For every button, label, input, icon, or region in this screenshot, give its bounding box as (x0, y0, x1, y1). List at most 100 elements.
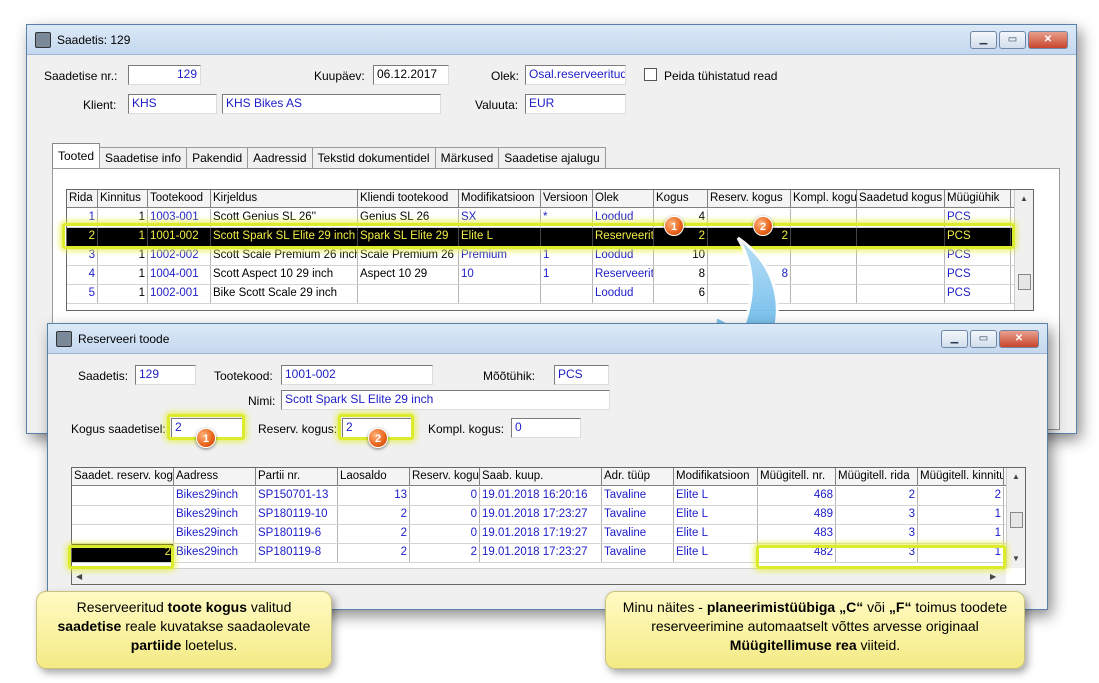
table-cell (857, 266, 945, 284)
table-cell: 1004-001 (148, 266, 211, 284)
close-icon[interactable]: ✕ (1028, 31, 1068, 49)
product-code-label: Tootekood: (214, 369, 273, 383)
table-row[interactable]: Bikes29inch SP150701-13 13 0 19.01.2018 16:2… (72, 487, 1006, 506)
table-cell: 1 (918, 506, 1004, 524)
col-header[interactable]: Kinnitus (98, 190, 148, 208)
scroll-up-icon[interactable]: ▲ (1012, 472, 1020, 481)
table-cell: 2 (918, 487, 1004, 505)
callout-left: Reserveeritud toote kogus valitud saadet… (36, 591, 332, 669)
tab-bar: Tooted Saadetise info Pakendid Aadressid… (52, 143, 606, 169)
col-header[interactable]: Müügitell. kinnitus (918, 468, 1004, 486)
col-header[interactable]: Kompl. kogus (791, 190, 857, 208)
col-header[interactable]: Kliendi tootekood (358, 190, 459, 208)
col-header[interactable]: Reserv. kogus (410, 468, 480, 486)
col-header[interactable]: Olek (593, 190, 654, 208)
hide-cancelled-checkbox[interactable] (644, 68, 657, 81)
table-cell: Aspect 10 29 (358, 266, 459, 284)
minimize-icon[interactable]: ▁ (970, 31, 997, 49)
tab-markused[interactable]: Märkused (434, 147, 500, 169)
tab-saadetise-ajalugu[interactable]: Saadetise ajalugu (498, 147, 606, 169)
tab-pakendid[interactable]: Pakendid (186, 147, 249, 169)
app-icon (56, 331, 72, 347)
table-row[interactable]: Bikes29inch SP180119-10 2 0 19.01.2018 17:23… (72, 506, 1006, 525)
shipment-label: Saadetis: (78, 369, 129, 383)
date-field[interactable]: 06.12.2017 (373, 65, 449, 85)
col-header[interactable]: Saab. kuup. (480, 468, 602, 486)
table-cell: Reserveeritud (593, 266, 654, 284)
callout-left-bold: saadetise (57, 618, 122, 634)
col-header[interactable]: Müügitell. rida (836, 468, 918, 486)
table-cell (708, 247, 791, 265)
products-grid-scrollbar[interactable]: ▲ (1014, 190, 1033, 310)
scroll-right-icon[interactable]: ▶ (990, 572, 996, 581)
callout-right-bold: „F“ (888, 599, 912, 615)
hide-cancelled-label: Peida tühistatud read (664, 69, 778, 83)
table-row[interactable]: 3 1 1002-002 Scott Scale Premium 26 inch Sca… (67, 247, 1014, 266)
tab-saadetise-info[interactable]: Saadetise info (99, 147, 188, 169)
completed-qty-field[interactable]: 0 (511, 418, 581, 438)
col-header[interactable]: Saadetud kogus (857, 190, 945, 208)
shipment-window-titlebar[interactable]: Saadetis: 129 ▁ ▭ ✕ (27, 25, 1076, 55)
batches-grid-header: Saadet. reserv. kogus Aadress Partii nr.… (72, 468, 1006, 486)
scroll-up-icon[interactable]: ▲ (1020, 194, 1028, 203)
scroll-left-icon[interactable]: ◀ (76, 572, 82, 581)
table-cell: 1 (541, 266, 593, 284)
table-cell: Loodud (593, 285, 654, 303)
table-cell: Tavaline (602, 487, 674, 505)
client-name-field[interactable]: KHS Bikes AS (222, 94, 441, 114)
maximize-icon[interactable]: ▭ (970, 330, 997, 348)
shipment-number-field[interactable]: 129 (128, 65, 201, 85)
status-label: Olek: (491, 69, 520, 83)
col-header[interactable]: Reserv. kogus (708, 190, 791, 208)
unit-field[interactable]: PCS (554, 365, 609, 385)
client-code-field[interactable]: KHS (128, 94, 217, 114)
table-cell: 0 (410, 487, 480, 505)
table-cell: 1 (98, 285, 148, 303)
table-cell: SP180119-8 (256, 544, 338, 562)
batches-grid-scrollbar[interactable]: ▲ ▼ (1006, 468, 1025, 568)
table-cell: 4 (67, 266, 98, 284)
col-header[interactable]: Modifikatsioon (674, 468, 758, 486)
col-header[interactable]: Versioon (541, 190, 593, 208)
col-header[interactable]: Saadet. reserv. kogus (72, 468, 174, 486)
col-header[interactable]: Rida (67, 190, 98, 208)
minimize-icon[interactable]: ▁ (941, 330, 968, 348)
tab-tekstid-dokumentidel[interactable]: Tekstid dokumentidel (311, 147, 436, 169)
product-code-field[interactable]: 1001-002 (281, 365, 433, 385)
table-cell: Bikes29inch (174, 487, 256, 505)
badge-2-icon: 2 (753, 216, 773, 236)
callout-right-bold: Müügitellimuse rea (729, 637, 857, 653)
scroll-thumb[interactable] (1018, 274, 1031, 290)
name-field[interactable]: Scott Spark SL Elite 29 inch (281, 390, 610, 410)
shipment-field[interactable]: 129 (135, 365, 196, 385)
col-header[interactable]: Laosaldo (338, 468, 410, 486)
table-row[interactable]: Bikes29inch SP180119-6 2 0 19.01.2018 17:19:… (72, 525, 1006, 544)
window-controls: ▁ ▭ ✕ (968, 31, 1068, 49)
products-grid-header: Rida Kinnitus Tootekood Kirjeldus Kliend… (67, 190, 1015, 208)
col-header[interactable]: Müügiühik (945, 190, 1011, 208)
col-header[interactable]: Kirjeldus (211, 190, 358, 208)
client-label: Klient: (83, 98, 117, 112)
tab-tooted[interactable]: Tooted (52, 143, 101, 169)
table-cell: 8 (654, 266, 708, 284)
col-header[interactable]: Tootekood (148, 190, 211, 208)
tab-aadressid[interactable]: Aadressid (247, 147, 313, 169)
batches-grid-hscrollbar[interactable]: ◀ ▶ (72, 568, 1006, 584)
maximize-icon[interactable]: ▭ (999, 31, 1026, 49)
col-header[interactable]: Müügitell. nr. (758, 468, 836, 486)
table-cell: PCS (945, 266, 1011, 284)
col-header[interactable]: Partii nr. (256, 468, 338, 486)
scroll-thumb[interactable] (1010, 512, 1023, 528)
col-header[interactable]: Modifikatsioon (459, 190, 541, 208)
col-header[interactable]: Adr. tüüp (602, 468, 674, 486)
table-row[interactable]: 5 1 1002-001 Bike Scott Scale 29 inch Loodud… (67, 285, 1014, 304)
currency-field[interactable]: EUR (525, 94, 626, 114)
col-header[interactable]: Aadress (174, 468, 256, 486)
close-icon[interactable]: ✕ (999, 330, 1039, 348)
reserve-window-titlebar[interactable]: Reserveeri toode ▁ ▭ ✕ (48, 324, 1047, 354)
status-field[interactable]: Osal.reserveeritud (525, 65, 626, 85)
table-row[interactable]: 4 1 1004-001 Scott Aspect 10 29 inch Aspect … (67, 266, 1014, 285)
col-header[interactable]: Kogus (654, 190, 708, 208)
table-cell: 0 (410, 506, 480, 524)
scroll-down-icon[interactable]: ▼ (1012, 554, 1020, 563)
